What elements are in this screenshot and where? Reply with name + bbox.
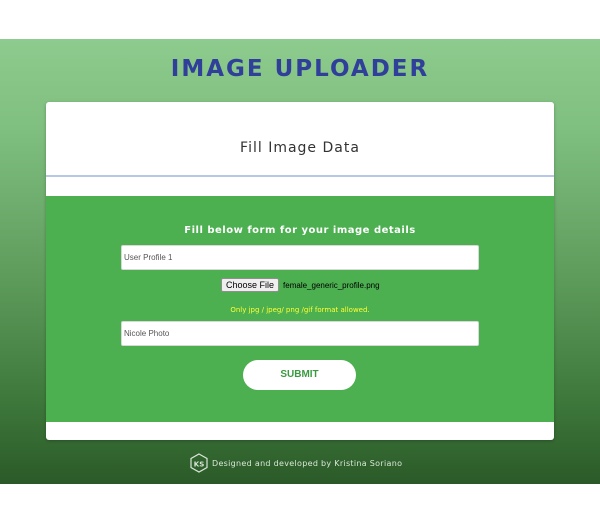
submit-button[interactable]: SUBMIT	[243, 360, 356, 390]
upload-card: Fill Image Data Fill below form for your…	[46, 102, 554, 440]
file-input: Choose File female_generic_profile.png	[221, 278, 380, 292]
choose-file-button[interactable]: Choose File	[221, 278, 280, 292]
image-name-input[interactable]: Nicole Photo	[121, 321, 479, 346]
form-intro-text: Fill below form for your image details	[184, 225, 416, 236]
card-header: Fill Image Data	[46, 102, 554, 177]
image-title-input[interactable]: User Profile 1	[121, 245, 479, 270]
selected-file-name: female_generic_profile.png	[283, 280, 380, 290]
app-title: IMAGE UPLOADER	[170, 56, 430, 82]
format-note: Only jpg / jpeg/ png /gif format allowed…	[230, 306, 370, 314]
svg-text:KS: KS	[194, 461, 204, 469]
ks-logo-icon: KS	[190, 453, 208, 473]
image-form: Fill below form for your image details U…	[46, 196, 554, 422]
card-header-title: Fill Image Data	[240, 140, 360, 156]
footer: KS Designed and developed by Kristina So…	[190, 452, 402, 474]
footer-credit: Designed and developed by Kristina Soria…	[212, 458, 403, 468]
